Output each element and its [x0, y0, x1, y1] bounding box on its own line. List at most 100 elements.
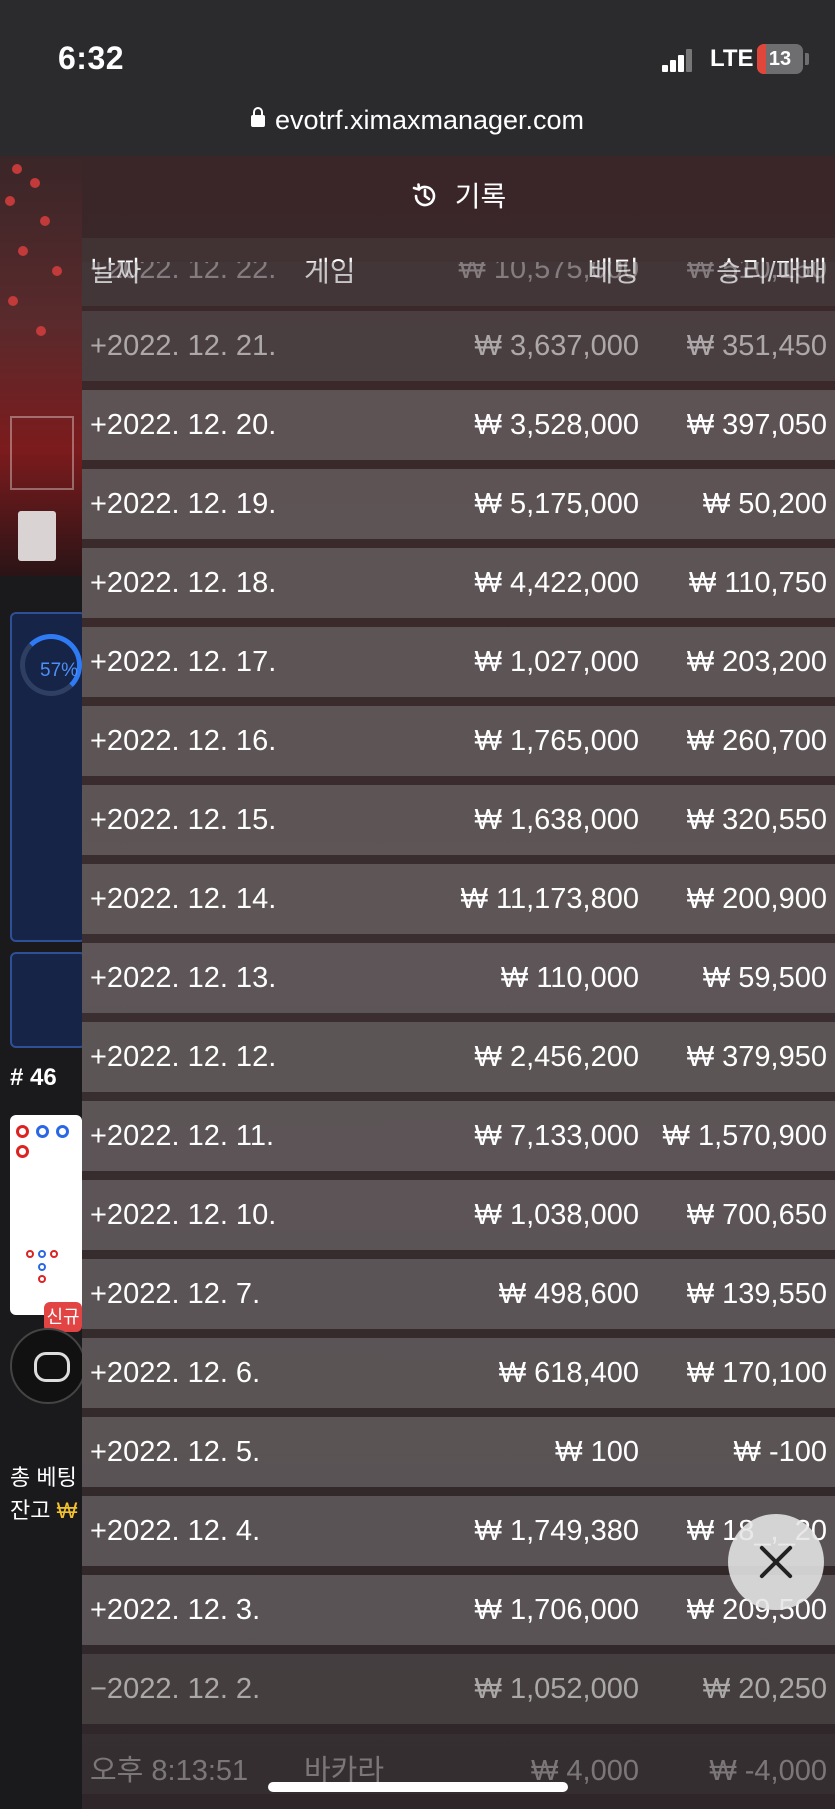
row-date: +2022. 12. 18. — [90, 567, 277, 599]
row-result: ₩ -100 — [733, 1436, 827, 1468]
row-bet: ₩ 1,706,000 — [474, 1594, 639, 1626]
history-clock-icon — [412, 182, 435, 206]
table-row[interactable]: +2022. 12. 10. ₩ 1,038,000 ₩ 700,650 — [82, 1180, 835, 1250]
row-date: +2022. 12. 14. — [90, 883, 277, 915]
row-bet: ₩ 100 — [555, 1436, 639, 1468]
table-row[interactable]: +2022. 12. 13. ₩ 110,000 ₩ 59,500 — [82, 943, 835, 1013]
home-indicator[interactable] — [268, 1782, 568, 1792]
row-result: ₩ 110,750 — [688, 567, 827, 599]
row-date: +2022. 12. 22. — [90, 262, 277, 285]
row-result: ₩ 59,500 — [702, 962, 827, 994]
row-bet: ₩ 2,456,200 — [474, 1041, 639, 1073]
row-bet: ₩ 10,575,000 — [458, 262, 639, 285]
row-date: +2022. 12. 12. — [90, 1041, 277, 1073]
row-date: +2022. 12. 19. — [90, 488, 277, 520]
row-result: ₩ 397,050 — [686, 409, 827, 441]
row-bet: ₩ 498,600 — [498, 1278, 639, 1310]
row-bet: ₩ 7,133,000 — [474, 1120, 639, 1152]
row-bet: ₩ 3,637,000 — [474, 330, 639, 362]
battery-level: 13 — [768, 48, 792, 70]
battery-nub — [805, 53, 809, 65]
row-date: +2022. 12. 15. — [90, 804, 277, 836]
table-row[interactable]: +2022. 12. 18. ₩ 4,422,000 ₩ 110,750 — [82, 548, 835, 618]
row-result: ₩ -4,000 — [709, 1755, 827, 1787]
row-bet: ₩ 1,765,000 — [474, 725, 639, 757]
table-row[interactable]: +2022. 12. 17. ₩ 1,027,000 ₩ 203,200 — [82, 627, 835, 697]
row-bet: ₩ 3,528,000 — [474, 409, 639, 441]
row-date: +2022. 12. 5. — [90, 1436, 261, 1468]
cellular-signal-icon — [662, 48, 694, 72]
roadmap-board — [10, 1115, 82, 1315]
table-row[interactable]: +2022. 12. 20. ₩ 3,528,000 ₩ 397,050 — [82, 390, 835, 460]
row-bet: ₩ 618,400 — [498, 1357, 639, 1389]
row-date: +2022. 12. 7. — [90, 1278, 261, 1310]
row-result: ₩ 510,150 — [686, 262, 827, 285]
table-row[interactable]: +2022. 12. 21. ₩ 3,637,000 ₩ 351,450 — [82, 311, 835, 381]
row-result: ₩ 260,700 — [686, 725, 827, 757]
row-result: ₩ 700,650 — [686, 1199, 827, 1231]
modal-header: 기록 — [82, 156, 835, 238]
row-bet: ₩ 1,038,000 — [474, 1199, 639, 1231]
row-result: ₩ 351,450 — [686, 330, 827, 362]
balance-currency: ₩ — [56, 1498, 78, 1523]
status-bar: 6:32 LTE 13 — [0, 0, 835, 100]
row-result: ₩ 1,570,900 — [662, 1120, 827, 1152]
table-row[interactable]: +2022. 12. 4. ₩ 1,749,380 ₩ 18_,_20 — [82, 1496, 835, 1566]
bet-panel-secondary[interactable] — [10, 952, 86, 1048]
table-row[interactable]: +2022. 12. 16. ₩ 1,765,000 ₩ 260,700 — [82, 706, 835, 776]
table-row[interactable]: +2022. 12. 7. ₩ 498,600 ₩ 139,550 — [82, 1259, 835, 1329]
progress-percent: 57% — [40, 660, 79, 681]
row-result: ₩ 20,250 — [702, 1673, 827, 1705]
row-date: +2022. 12. 3. — [90, 1594, 261, 1626]
row-result: ₩ 139,550 — [686, 1278, 827, 1310]
row-bet: ₩ 1,638,000 — [474, 804, 639, 836]
chip-icon[interactable] — [10, 1328, 86, 1404]
row-bet: ₩ 1,749,380 — [474, 1515, 639, 1547]
row-date: +2022. 12. 17. — [90, 646, 277, 678]
row-result: ₩ 200,900 — [686, 883, 827, 915]
row-date: +2022. 12. 20. — [90, 409, 277, 441]
row-time: 오후 8:13:51 — [90, 1755, 249, 1787]
battery-icon: 13 — [757, 44, 803, 74]
close-button[interactable] — [728, 1514, 824, 1610]
row-date: +2022. 12. 21. — [90, 330, 277, 362]
row-date: −2022. 12. 2. — [90, 1673, 261, 1705]
clock-time: 6:32 — [58, 40, 125, 76]
table-row[interactable]: +2022. 12. 5. ₩ 100 ₩ -100 — [82, 1417, 835, 1487]
row-result: ₩ 203,200 — [686, 646, 827, 678]
table-row[interactable]: −2022. 12. 2. ₩ 1,052,000 ₩ 20,250 — [82, 1654, 835, 1724]
balance-label-text: 잔고 — [10, 1498, 51, 1523]
row-date: +2022. 12. 16. — [90, 725, 277, 757]
row-date: +2022. 12. 6. — [90, 1357, 261, 1389]
row-result: ₩ 379,950 — [686, 1041, 827, 1073]
table-row[interactable]: +2022. 12. 14. ₩ 11,173,800 ₩ 200,900 — [82, 864, 835, 934]
table-row[interactable]: +2022. 12. 12. ₩ 2,456,200 ₩ 379,950 — [82, 1022, 835, 1092]
row-bet: ₩ 5,175,000 — [474, 488, 639, 520]
balance-label: 잔고 ₩ — [10, 1493, 77, 1525]
row-date: +2022. 12. 11. — [90, 1120, 275, 1152]
url-text: evotrf.ximaxmanager.com — [274, 105, 585, 135]
row-result: ₩ 50,200 — [702, 488, 827, 520]
row-date: +2022. 12. 4. — [90, 1515, 261, 1547]
address-bar[interactable]: evotrf.ximaxmanager.com — [0, 100, 835, 156]
table-row-partial-top[interactable]: +2022. 12. 22. ₩ 10,575,000 ₩ 510,150 — [82, 262, 835, 306]
card-shoe — [10, 416, 74, 490]
row-game: 바카라 — [304, 1755, 385, 1787]
row-result: ₩ 170,100 — [686, 1357, 827, 1389]
total-bet-label: 총 베팅 — [10, 1465, 77, 1490]
row-bet: ₩ 4,422,000 — [474, 567, 639, 599]
card-box — [18, 511, 56, 561]
table-row[interactable]: +2022. 12. 6. ₩ 618,400 ₩ 170,100 — [82, 1338, 835, 1408]
history-modal: 기록 날짜 게임 베팅 승리/패배 +2022. 12. 22. ₩ 10,57… — [82, 156, 835, 1809]
table-row[interactable]: +2022. 12. 19. ₩ 5,175,000 ₩ 50,200 — [82, 469, 835, 539]
table-row[interactable]: +2022. 12. 11. ₩ 7,133,000 ₩ 1,570,900 — [82, 1101, 835, 1171]
row-bet: ₩ 11,173,800 — [460, 883, 639, 915]
table-row[interactable]: +2022. 12. 3. ₩ 1,706,000 ₩ 209,500 — [82, 1575, 835, 1645]
row-bet: ₩ 1,027,000 — [474, 646, 639, 678]
row-date: +2022. 12. 10. — [90, 1199, 277, 1231]
network-type: LTE — [710, 45, 754, 72]
row-bet: ₩ 4,000 — [531, 1755, 639, 1787]
table-row[interactable]: +2022. 12. 15. ₩ 1,638,000 ₩ 320,550 — [82, 785, 835, 855]
dealer-scene-image — [0, 156, 82, 576]
row-date: +2022. 12. 13. — [90, 962, 277, 994]
